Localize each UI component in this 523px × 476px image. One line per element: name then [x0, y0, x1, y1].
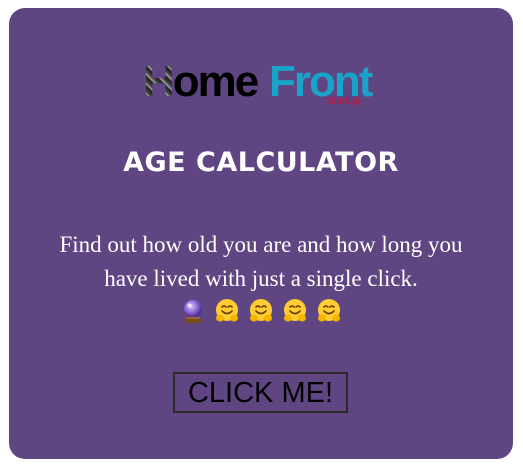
- crystal-ball-icon: [184, 300, 202, 323]
- hugging-face-icon: [318, 299, 340, 322]
- description-text: Find out how old you are and how long yo…: [59, 232, 463, 291]
- logo-wordmark: Home Front StartUp: [143, 56, 383, 116]
- page-title: AGE CALCULATOR: [123, 147, 399, 178]
- hugging-face-icon: [216, 299, 238, 322]
- age-calculator-card: Home Front StartUp AGE CALCULATOR Find o…: [9, 8, 513, 459]
- hugging-face-icon: [250, 299, 272, 322]
- click-me-button[interactable]: CLICK ME!: [173, 372, 348, 413]
- emoji-row: [9, 298, 513, 332]
- homefront-logo: Home Front StartUp: [9, 56, 513, 116]
- logo-tagline: StartUp: [327, 96, 361, 107]
- hugging-face-icon: [284, 299, 306, 322]
- logo-home-text: Home: [143, 57, 259, 106]
